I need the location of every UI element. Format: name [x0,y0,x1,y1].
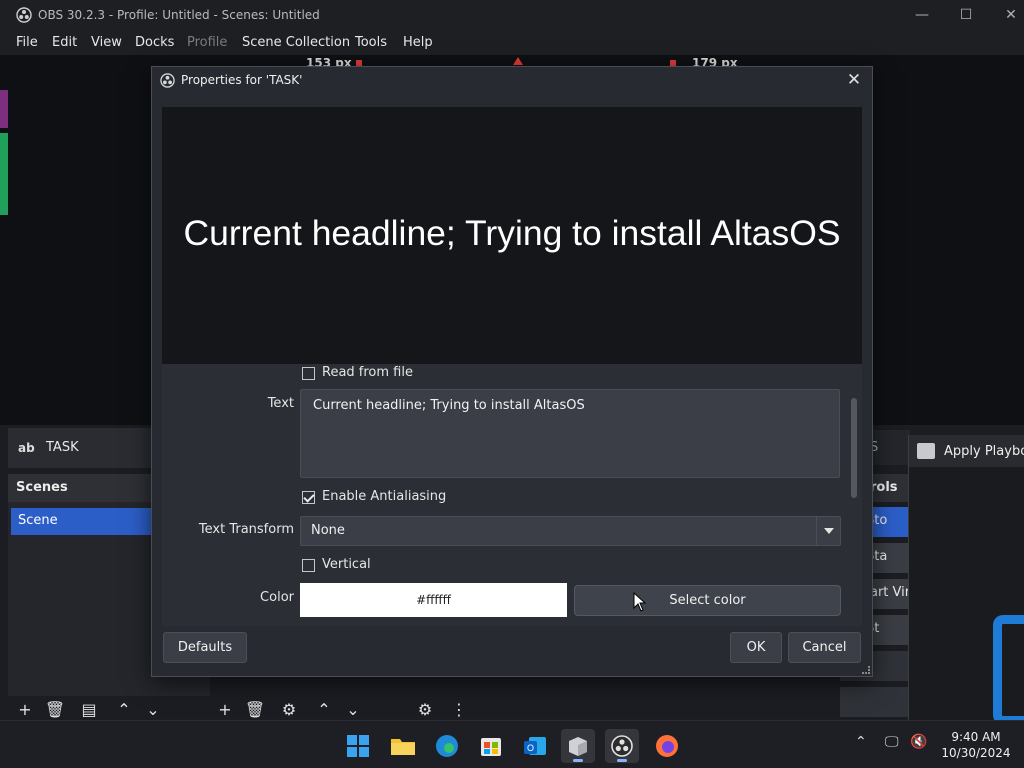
ruler-arrow [513,57,523,65]
store-icon[interactable] [474,729,508,763]
color-label: Color [260,590,294,605]
source-highlight-green [0,133,8,215]
source-down-icon[interactable]: ⌄ [342,699,364,721]
close-window-button[interactable]: ✕ [1001,5,1021,25]
resize-grip-icon[interactable] [862,666,870,674]
obs-logo-icon [16,7,32,23]
move-down-icon[interactable]: ⌄ [142,699,164,721]
firefox-icon[interactable] [650,729,684,763]
windows-taskbar: O [0,720,1024,768]
vertical-checkbox[interactable] [302,559,315,572]
dialog-title: Properties for 'TASK' [181,73,303,87]
system-clock[interactable]: 9:40 AM 10/30/2024 [938,729,1014,761]
edge-icon[interactable] [430,729,464,763]
properties-dialog: Properties for 'TASK' ✕ Current headline… [151,66,873,677]
playbook-taskbar-app[interactable] [561,729,595,763]
text-source-icon: ab [18,441,35,455]
remove-scene-icon[interactable]: 🗑 [44,699,66,721]
chevron-up-icon[interactable]: ⌃ [855,734,867,750]
source-properties-gear-icon[interactable]: ⚙ [278,699,300,721]
antialiasing-label: Enable Antialiasing [322,489,447,504]
vertical-label: Vertical [322,557,371,572]
minimize-button[interactable]: — [912,5,932,25]
obs-title-bar: OBS 30.2.3 - Profile: Untitled - Scenes:… [0,0,1024,31]
apply-playbook-window: Apply Playbook [908,435,1024,725]
volume-muted-icon[interactable]: 🔇 [910,734,927,750]
menu-profile[interactable]: Profile [187,35,227,50]
menu-tools[interactable]: Tools [355,35,387,50]
scene-filters-icon[interactable]: ▤ [78,699,100,721]
text-transform-label: Text Transform [198,522,294,537]
audio-settings-gear-icon[interactable]: ⚙ [414,699,436,721]
scenes-dock-header: Scenes [8,474,163,502]
playbook-app-icon [917,443,935,459]
chevron-down-icon [816,517,840,545]
running-indicator [573,759,583,762]
dialog-titlebar: Properties for 'TASK' ✕ [152,67,872,95]
select-color-button[interactable]: Select color [574,585,841,616]
playbook-title: Apply Playbook [944,444,1024,459]
move-up-icon[interactable]: ⌃ [113,699,135,721]
read-from-file-label: Read from file [322,365,413,380]
clock-time: 9:40 AM [951,730,1001,744]
outlook-icon[interactable]: O [518,729,552,763]
properties-panel: Read from file Text Current headline; Tr… [162,364,862,626]
properties-scrollbar[interactable] [850,370,858,625]
svg-text:O: O [527,743,534,753]
scrollbar-thumb[interactable] [851,398,857,498]
read-from-file-checkbox[interactable] [302,367,315,380]
running-indicator [617,759,627,762]
start-icon[interactable] [341,729,375,763]
menu-file[interactable]: File [16,35,38,50]
window-title: OBS 30.2.3 - Profile: Untitled - Scenes:… [38,8,320,22]
antialiasing-checkbox[interactable] [302,491,315,504]
clock-date: 10/30/2024 [941,746,1011,760]
controls-header-text: rols [870,480,898,495]
menu-docks[interactable]: Docks [135,35,174,50]
scene-list-item[interactable]: Scene [11,508,161,535]
remove-source-icon[interactable]: 🗑 [244,699,266,721]
text-input[interactable]: Current headline; Trying to install Alta… [300,389,840,478]
network-icon[interactable]: 🖵 [885,734,899,750]
text-transform-value: None [311,523,345,538]
source-name: TASK [46,440,79,455]
maximize-button[interactable]: ☐ [956,5,976,25]
source-toolbar: ab TASK [8,428,156,468]
source-up-icon[interactable]: ⌃ [313,699,335,721]
scenes-dock: Scenes Scene [8,474,163,696]
source-highlight-purple [0,90,8,128]
obs-icon[interactable] [605,729,639,763]
playbook-titlebar: Apply Playbook [909,435,1024,467]
menu-edit[interactable]: Edit [52,35,77,50]
source-preview: Current headline; Trying to install Alta… [162,107,862,364]
playbook-logo-icon [993,615,1024,725]
cancel-button[interactable]: Cancel [788,632,861,663]
obs-logo-icon [160,73,175,88]
menu-scene-collection[interactable]: Scene Collection [242,35,350,50]
exit-button[interactable] [840,687,908,717]
more-options-icon[interactable]: ⋮ [448,699,470,721]
menu-view[interactable]: View [91,35,122,50]
text-transform-select[interactable]: None [300,516,841,546]
menu-bar: File Edit View Docks Profile Scene Colle… [0,31,1024,55]
text-label: Text [267,396,294,411]
defaults-button[interactable]: Defaults [163,632,247,663]
color-swatch: #ffffff [300,583,567,617]
file-explorer-icon[interactable] [386,729,420,763]
menu-help[interactable]: Help [403,35,433,50]
add-scene-icon[interactable]: + [14,699,36,721]
preview-text: Current headline; Trying to install Alta… [183,213,841,253]
add-source-icon[interactable]: + [214,699,236,721]
ok-button[interactable]: OK [730,632,782,663]
close-icon[interactable]: ✕ [844,70,864,90]
